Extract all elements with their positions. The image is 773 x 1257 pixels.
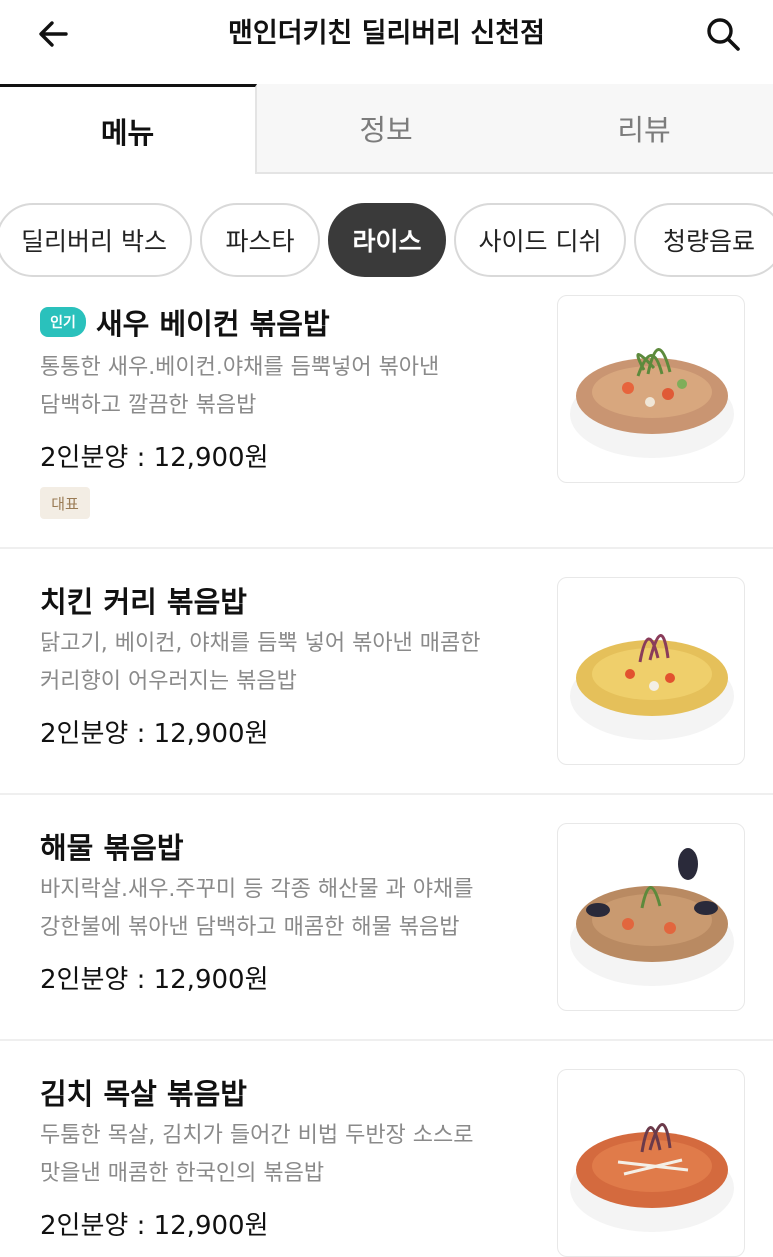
- app-header: 맨인더키친 딜리버리 신천점: [0, 0, 773, 84]
- menu-item-name: 김치 목살 볶음밥: [40, 1077, 247, 1111]
- tab-reviews[interactable]: 리뷰: [515, 84, 773, 172]
- menu-item-name-row: 인기 새우 베이컨 볶음밥: [40, 301, 330, 343]
- menu-item-image: [557, 295, 745, 483]
- menu-item-name-row: 김치 목살 볶음밥: [40, 1071, 247, 1113]
- store-tabs: 메뉴 정보 리뷰: [0, 84, 773, 174]
- menu-item-desc-line1: 통통한 새우.베이컨.야채를 듬뿍넣어 볶아낸: [40, 355, 440, 380]
- menu-item-desc-line2: 맛을낸 매콤한 한국인의 볶음밥: [40, 1161, 325, 1186]
- tab-info[interactable]: 정보: [257, 84, 515, 172]
- menu-item[interactable]: 인기 새우 베이컨 볶음밥 통통한 새우.베이컨.야채를 듬뿍넣어 볶아낸 담백…: [0, 295, 773, 549]
- chip-side-dish[interactable]: 사이드 디쉬: [454, 203, 626, 277]
- menu-item-desc-line1: 바지락살.새우.주꾸미 등 각종 해산물 과 야채를: [40, 877, 474, 902]
- chip-delivery-box[interactable]: 딜리버리 박스: [0, 203, 192, 277]
- menu-item[interactable]: 김치 목살 볶음밥 두툼한 목살, 김치가 들어간 비법 두반장 소스로 맛을낸…: [0, 1041, 773, 1257]
- search-icon: [707, 18, 740, 51]
- chip-beverage[interactable]: 청량음료: [634, 203, 773, 277]
- menu-item-price: 2인분양 : 12,900원: [40, 965, 269, 995]
- representative-tag: 대표: [40, 487, 90, 519]
- menu-item-desc-line2: 담백하고 깔끔한 볶음밥: [40, 393, 257, 418]
- menu-item-desc-line2: 강한불에 볶아낸 담백하고 매콤한 해물 볶음밥: [40, 915, 460, 940]
- menu-item-image: [557, 577, 745, 765]
- menu-item-desc-line2: 커리향이 어우러지는 볶음밥: [40, 669, 297, 694]
- menu-item-price: 2인분양 : 12,900원: [40, 719, 269, 749]
- menu-item-desc-line1: 두툼한 목살, 김치가 들어간 비법 두반장 소스로: [40, 1123, 474, 1148]
- category-chips: 딜리버리 박스 파스타 라이스 사이드 디쉬 청량음료: [0, 200, 773, 280]
- chip-pasta[interactable]: 파스타: [200, 203, 320, 277]
- menu-item-image: [557, 823, 745, 1011]
- menu-item-name: 치킨 커리 볶음밥: [40, 585, 247, 619]
- menu-item-price: 2인분양 : 12,900원: [40, 443, 269, 473]
- menu-list: 인기 새우 베이컨 볶음밥 통통한 새우.베이컨.야채를 듬뿍넣어 볶아낸 담백…: [0, 295, 773, 1257]
- menu-item-price: 2인분양 : 12,900원: [40, 1211, 269, 1241]
- menu-item[interactable]: 해물 볶음밥 바지락살.새우.주꾸미 등 각종 해산물 과 야채를 강한불에 볶…: [0, 795, 773, 1041]
- search-button[interactable]: [699, 12, 747, 56]
- tab-menu[interactable]: 메뉴: [0, 84, 257, 174]
- chip-rice[interactable]: 라이스: [328, 203, 446, 277]
- arrow-left-icon: [39, 21, 68, 47]
- store-title: 맨인더키친 딜리버리 신천점: [228, 18, 545, 49]
- menu-item-name-row: 해물 볶음밥: [40, 825, 184, 867]
- menu-item-name: 해물 볶음밥: [40, 831, 184, 865]
- menu-item[interactable]: 치킨 커리 볶음밥 닭고기, 베이컨, 야채를 듬뿍 넣어 볶아낸 매콤한 커리…: [0, 549, 773, 795]
- back-button[interactable]: [30, 12, 78, 56]
- menu-item-image: [557, 1069, 745, 1257]
- menu-item-desc-line1: 닭고기, 베이컨, 야채를 듬뿍 넣어 볶아낸 매콤한: [40, 631, 481, 656]
- menu-item-name-row: 치킨 커리 볶음밥: [40, 579, 247, 621]
- menu-item-name: 새우 베이컨 볶음밥: [96, 307, 330, 341]
- popular-badge: 인기: [40, 307, 86, 337]
